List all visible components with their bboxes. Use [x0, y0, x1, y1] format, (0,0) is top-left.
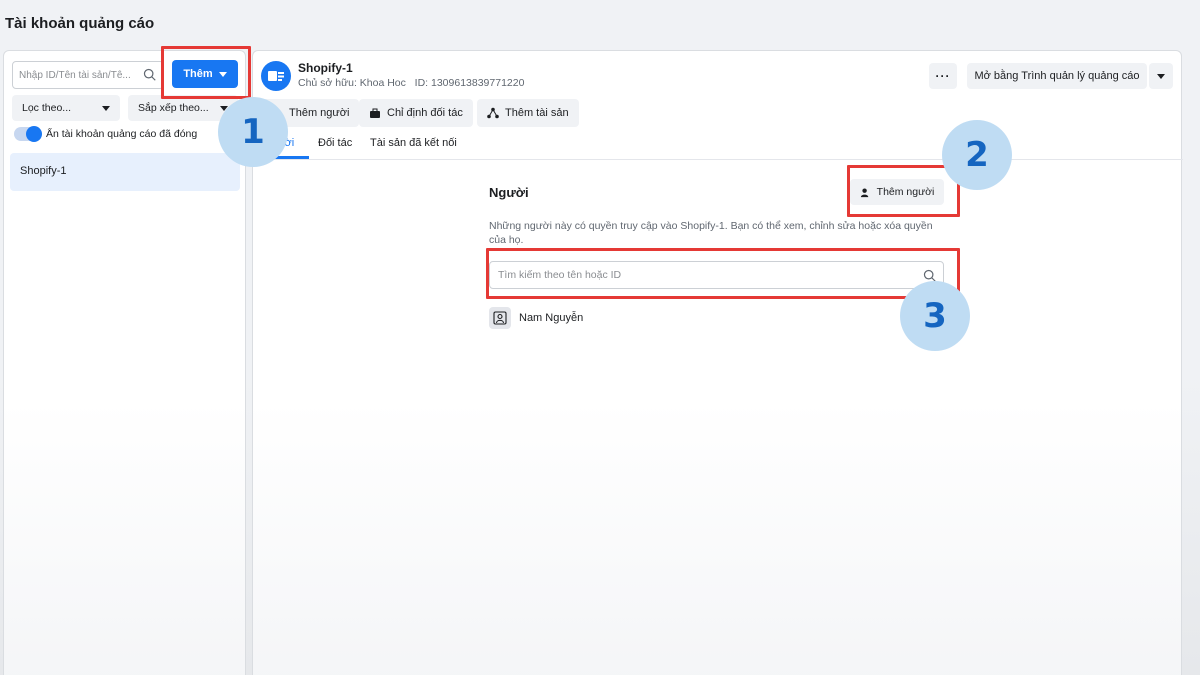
page-title: Tài khoản quảng cáo [5, 15, 155, 32]
annotation-box-3 [486, 248, 960, 299]
step-badge-2: 2 [942, 120, 1012, 190]
hide-closed-accounts-row: Ẩn tài khoản quảng cáo đã đóng [14, 126, 198, 142]
open-ads-manager-button[interactable]: Mở bằng Trình quản lý quảng cáo [967, 63, 1147, 89]
annotation-box-2 [847, 165, 960, 217]
account-id-value: 1309613839771220 [431, 77, 525, 89]
assign-partner-button[interactable]: Chỉ định đối tác [359, 99, 473, 127]
step-badge-3: 3 [900, 281, 970, 351]
account-list-item[interactable]: Shopify-1 [10, 153, 240, 191]
filter-dropdown[interactable]: Lọc theo... [12, 95, 120, 121]
account-owner-line: Chủ sở hữu: Khoa Hoc ID: 130961383977122… [298, 77, 524, 89]
tab-divider [253, 159, 1183, 160]
chevron-down-icon [102, 105, 110, 111]
people-section-description: Những người này có quyền truy cập vào Sh… [489, 220, 933, 246]
assign-partner-label: Chỉ định đối tác [387, 107, 463, 119]
people-section-title: Người [489, 185, 529, 200]
ad-account-icon [261, 61, 291, 91]
add-people-action-label: Thêm người [289, 107, 350, 119]
open-ads-manager-dropdown[interactable] [1149, 63, 1173, 89]
tab-connected-assets[interactable]: Tài sản đã kết nối [370, 137, 457, 155]
person-list-item[interactable]: Nam Nguyễn [489, 307, 583, 329]
account-list-item-label: Shopify-1 [20, 165, 67, 177]
account-id-label: ID: [414, 77, 429, 89]
account-name: Shopify-1 [298, 61, 353, 75]
add-asset-label: Thêm tài sản [505, 107, 569, 119]
account-detail-panel: Shopify-1 Chủ sở hữu: Khoa Hoc ID: 13096… [252, 50, 1183, 675]
asset-search-box[interactable] [12, 61, 164, 89]
toggle-label: Ẩn tài khoản quảng cáo đã đóng [46, 128, 198, 140]
person-badge-icon [489, 307, 511, 329]
annotation-box-1 [161, 46, 251, 99]
chevron-down-icon [1157, 73, 1165, 79]
more-options-button[interactable]: ··· [929, 63, 957, 89]
briefcase-icon [370, 108, 380, 118]
filter-label: Lọc theo... [22, 102, 72, 114]
sort-label: Sắp xếp theo... [138, 102, 209, 114]
asset-search-input[interactable] [19, 69, 139, 81]
add-asset-button[interactable]: Thêm tài sản [477, 99, 579, 127]
tab-partners[interactable]: Đối tác [318, 137, 352, 155]
step-badge-1: 1 [218, 97, 288, 167]
share-nodes-icon [487, 107, 499, 119]
search-icon [143, 68, 156, 81]
asset-list-panel: Thêm Lọc theo... Sắp xếp theo... Ẩn tài … [3, 50, 246, 675]
hide-closed-accounts-toggle[interactable] [14, 126, 42, 142]
person-name: Nam Nguyễn [519, 312, 584, 324]
account-owner: Chủ sở hữu: Khoa Hoc [298, 77, 406, 89]
